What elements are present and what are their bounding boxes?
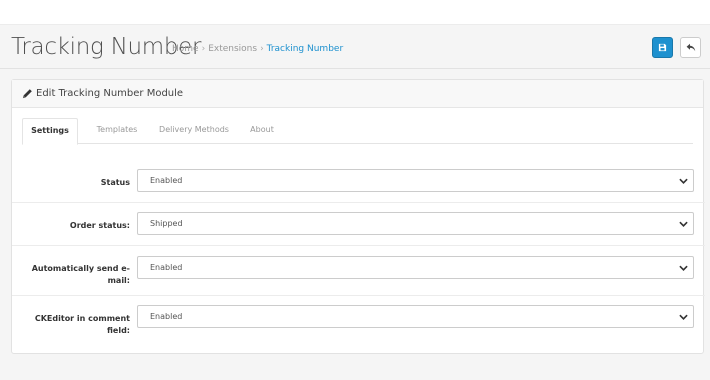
pencil-icon bbox=[22, 89, 32, 99]
tab-delivery-methods[interactable]: Delivery Methods bbox=[153, 118, 235, 144]
panel-title: Edit Tracking Number Module bbox=[36, 88, 184, 99]
ckeditor-label: CKEditor in comment field: bbox=[35, 313, 130, 337]
ckeditor-select-value: Enabled bbox=[150, 312, 183, 321]
auto-send-email-label-line2: mail: bbox=[107, 276, 130, 285]
form-row-ckeditor: CKEditor in comment field: Enabled bbox=[12, 305, 705, 345]
form-row-order-status: Order status: Shipped bbox=[12, 211, 705, 246]
breadcrumb-extensions[interactable]: Extensions bbox=[208, 44, 257, 54]
back-button[interactable] bbox=[680, 37, 701, 58]
top-bar bbox=[0, 0, 710, 24]
breadcrumb-home[interactable]: Home bbox=[172, 44, 199, 54]
breadcrumb: Home › Extensions › Tracking Number bbox=[172, 44, 343, 54]
chevron-down-icon bbox=[679, 265, 688, 271]
row-divider bbox=[12, 202, 705, 203]
chevron-down-icon bbox=[679, 178, 688, 184]
page-header: Tracking Number Home › Extensions › Tracking… bbox=[0, 24, 710, 69]
form-row-status: Status Enabled bbox=[12, 168, 705, 203]
save-icon bbox=[658, 43, 667, 52]
tab-templates[interactable]: Templates bbox=[86, 118, 148, 144]
auto-send-email-select-value: Enabled bbox=[150, 263, 183, 272]
form-row-auto-send-email: Automatically send e- mail: Enabled bbox=[12, 255, 705, 295]
reply-icon bbox=[686, 43, 695, 52]
chevron-down-icon bbox=[679, 221, 688, 227]
panel-heading: Edit Tracking Number Module bbox=[12, 80, 703, 108]
row-divider bbox=[12, 245, 705, 246]
breadcrumb-tracking-number[interactable]: Tracking Number bbox=[267, 44, 343, 54]
breadcrumb-separator: › bbox=[201, 44, 206, 54]
row-divider bbox=[12, 295, 705, 296]
save-button[interactable] bbox=[652, 37, 673, 58]
ckeditor-label-line1: CKEditor in comment bbox=[34, 314, 130, 323]
tab-about[interactable]: About bbox=[241, 118, 283, 144]
tab-bar: Settings Templates Delivery Methods Abou… bbox=[22, 118, 693, 145]
order-status-select[interactable]: Shipped bbox=[137, 212, 694, 235]
ckeditor-label-line2: field: bbox=[106, 326, 130, 335]
chevron-down-icon bbox=[679, 314, 688, 320]
status-select-value: Enabled bbox=[150, 176, 183, 185]
order-status-label: Order status: bbox=[69, 221, 130, 230]
breadcrumb-separator: › bbox=[260, 44, 264, 54]
ckeditor-select[interactable]: Enabled bbox=[137, 305, 694, 328]
status-label: Status bbox=[100, 178, 130, 187]
status-select[interactable]: Enabled bbox=[137, 169, 694, 192]
edit-module-panel: Edit Tracking Number Module Settings Tem… bbox=[11, 79, 705, 354]
order-status-select-value: Shipped bbox=[150, 219, 183, 228]
auto-send-email-label: Automatically send e- mail: bbox=[32, 263, 130, 287]
auto-send-email-label-line1: Automatically send e- bbox=[31, 264, 130, 273]
auto-send-email-select[interactable]: Enabled bbox=[137, 256, 694, 279]
tab-settings[interactable]: Settings bbox=[22, 118, 78, 145]
